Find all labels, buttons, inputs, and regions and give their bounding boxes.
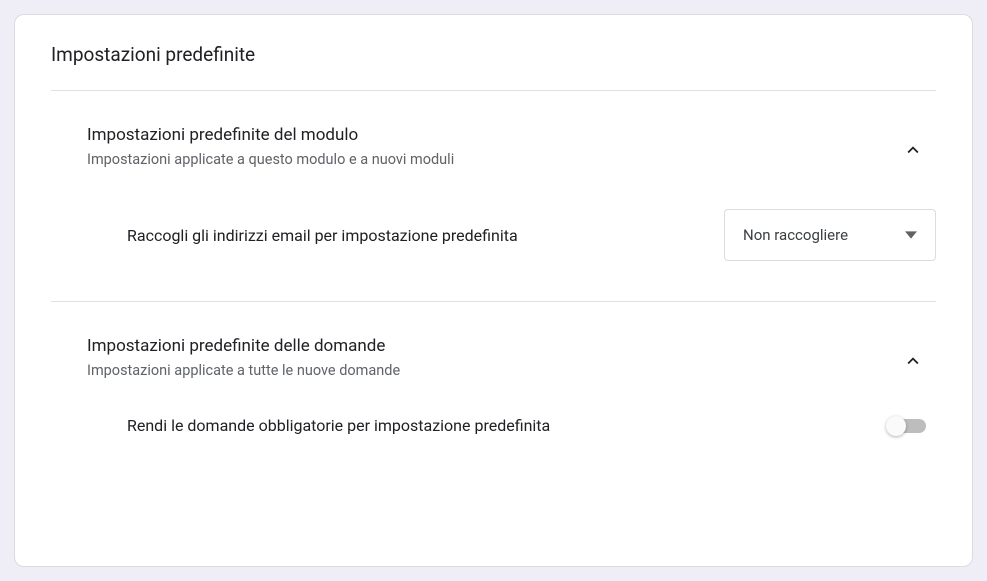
- collapse-button[interactable]: [894, 131, 932, 169]
- required-default-row: Rendi le domande obbligatorie per impost…: [127, 416, 936, 435]
- section-titles: Impostazioni predefinite del modulo Impo…: [87, 125, 454, 168]
- question-defaults-header[interactable]: Impostazioni predefinite delle domande I…: [51, 302, 936, 380]
- section-titles: Impostazioni predefinite delle domande I…: [87, 336, 400, 379]
- form-defaults-header[interactable]: Impostazioni predefinite del modulo Impo…: [51, 91, 936, 169]
- select-value: Non raccogliere: [743, 226, 848, 244]
- toggle-knob: [886, 416, 906, 436]
- form-defaults-section: Impostazioni predefinite del modulo Impo…: [51, 91, 936, 302]
- section-subtitle: Impostazioni applicate a tutte le nuove …: [87, 362, 400, 379]
- chevron-up-icon: [902, 350, 924, 372]
- caret-down-icon: [905, 229, 917, 241]
- collect-email-select[interactable]: Non raccogliere: [724, 209, 936, 261]
- section-body: Raccogli gli indirizzi email per imposta…: [51, 169, 936, 302]
- row-label: Raccogli gli indirizzi email per imposta…: [127, 226, 518, 245]
- collapse-button[interactable]: [894, 342, 932, 380]
- chevron-up-icon: [902, 139, 924, 161]
- page-title: Impostazioni predefinite: [51, 43, 936, 91]
- section-title: Impostazioni predefinite delle domande: [87, 336, 400, 356]
- section-subtitle: Impostazioni applicate a questo modulo e…: [87, 151, 454, 168]
- section-body: Rendi le domande obbligatorie per impost…: [51, 380, 936, 435]
- row-label: Rendi le domande obbligatorie per impost…: [127, 416, 550, 435]
- question-defaults-section: Impostazioni predefinite delle domande I…: [51, 302, 936, 435]
- collect-email-row: Raccogli gli indirizzi email per imposta…: [127, 209, 936, 261]
- settings-card: Impostazioni predefinite Impostazioni pr…: [14, 14, 973, 567]
- required-toggle[interactable]: [889, 419, 926, 433]
- section-title: Impostazioni predefinite del modulo: [87, 125, 454, 145]
